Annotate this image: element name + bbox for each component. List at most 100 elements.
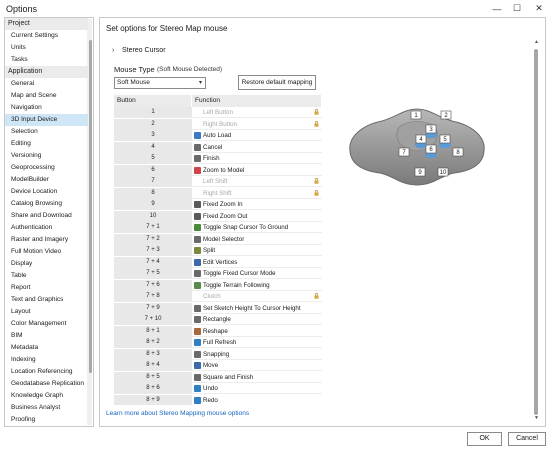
sidebar-item-geoprocessing[interactable]: Geoprocessing [5, 162, 88, 174]
function-cell[interactable]: Model Selector [192, 233, 322, 245]
scroll-down-icon[interactable]: ▼ [533, 415, 540, 422]
sidebar-item-raster-and-imagery[interactable]: Raster and Imagery [5, 234, 88, 246]
table-row[interactable]: 7 + 9 Set Sketch Height To Cursor Height [114, 302, 322, 315]
sidebar-item-display[interactable]: Display [5, 258, 88, 270]
function-cell[interactable]: Split [192, 245, 322, 256]
function-label: Toggle Snap Cursor To Ground [203, 224, 289, 231]
sidebar-item-report[interactable]: Report [5, 282, 88, 294]
sidebar-item-text-and-graphics[interactable]: Text and Graphics [5, 294, 88, 306]
function-cell[interactable]: Finish [192, 153, 322, 164]
sidebar-item-color-management[interactable]: Color Management [5, 318, 88, 330]
table-row[interactable]: 8 + 4 Move [114, 360, 322, 372]
close-icon[interactable]: ✕ [528, 0, 550, 17]
table-row[interactable]: 6 Zoom to Model [114, 164, 322, 177]
function-cell[interactable]: Move [192, 360, 322, 371]
column-header-function[interactable]: Function [192, 95, 322, 107]
table-row[interactable]: 8 + 9 Redo [114, 394, 322, 405]
sidebar-item-tasks[interactable]: Tasks [5, 54, 88, 66]
cancel-button[interactable]: Cancel [508, 432, 546, 446]
stereo-cursor-expander[interactable]: › Stereo Cursor [112, 47, 166, 54]
sidebar-item-3d-input-device[interactable]: 3D Input Device [5, 114, 88, 126]
table-row[interactable]: 7 + 5 Toggle Fixed Cursor Mode [114, 268, 322, 280]
function-cell[interactable]: Cancel [192, 141, 322, 153]
table-row[interactable]: 7 + 4 Edit Vertices [114, 256, 322, 269]
sidebar-item-proofing[interactable]: Proofing [5, 414, 88, 426]
panel-scroll-thumb[interactable] [534, 49, 538, 415]
minimize-icon[interactable]: — [486, 0, 508, 17]
function-cell[interactable]: Rectangle [192, 314, 322, 325]
sidebar-item-layout[interactable]: Layout [5, 306, 88, 318]
table-row[interactable]: 7 + 3 Split [114, 245, 322, 257]
sidebar-item-metadata[interactable]: Metadata [5, 342, 88, 354]
table-row[interactable]: 7 + 8 Clutch [114, 291, 322, 303]
function-cell[interactable]: Auto Load [192, 130, 322, 141]
table-row[interactable]: 4 Cancel [114, 141, 322, 154]
table-row[interactable]: 7 + 6 Toggle Terrain Following [114, 279, 322, 292]
button-cell: 4 [114, 141, 192, 153]
scroll-up-icon[interactable]: ▲ [533, 39, 540, 46]
table-row[interactable]: 9 Fixed Zoom In [114, 199, 322, 211]
sidebar-item-device-location[interactable]: Device Location [5, 186, 88, 198]
function-cell[interactable]: Full Refresh [192, 337, 322, 348]
table-row[interactable]: 8 + 3 Snapping [114, 348, 322, 361]
table-row[interactable]: 7 + 10 Rectangle [114, 314, 322, 326]
table-row[interactable]: 8 + 6 Undo [114, 383, 322, 395]
sidebar-item-modelbuilder[interactable]: ModelBuilder [5, 174, 88, 186]
sidebar-item-current-settings[interactable]: Current Settings [5, 30, 88, 42]
table-row[interactable]: 5 Finish [114, 153, 322, 165]
sidebar-item-versioning[interactable]: Versioning [5, 150, 88, 162]
function-cell[interactable]: Reshape [192, 325, 322, 337]
sidebar-item-navigation[interactable]: Navigation [5, 102, 88, 114]
sidebar-item-units[interactable]: Units [5, 42, 88, 54]
table-row[interactable]: 8 + 2 Full Refresh [114, 337, 322, 349]
sidebar-item-location-referencing[interactable]: Location Referencing [5, 366, 88, 378]
sidebar-item-catalog-browsing[interactable]: Catalog Browsing [5, 198, 88, 210]
sidebar-item-editing[interactable]: Editing [5, 138, 88, 150]
table-row[interactable]: 8 + 1 Reshape [114, 325, 322, 338]
function-label: Square and Finish [203, 373, 254, 381]
column-header-button[interactable]: Button [114, 95, 192, 107]
table-row[interactable]: 7 + 2 Model Selector [114, 233, 322, 246]
panel-scrollbar[interactable]: ▲ ▼ [533, 39, 540, 422]
function-cell[interactable]: Undo [192, 383, 322, 394]
learn-more-link[interactable]: Learn more about Stereo Mapping mouse op… [106, 410, 249, 417]
table-row[interactable]: 7 + 1 Toggle Snap Cursor To Ground [114, 222, 322, 234]
function-cell[interactable]: Edit Vertices [192, 256, 322, 268]
ok-button[interactable]: OK [467, 432, 502, 446]
table-row[interactable]: 8 Right Shift [114, 187, 322, 200]
function-cell[interactable]: Square and Finish [192, 371, 322, 383]
table-row[interactable]: 7 Left Shift [114, 176, 322, 188]
sidebar-item-geodatabase-replication[interactable]: Geodatabase Replication [5, 378, 88, 390]
sidebar-item-map-and-scene[interactable]: Map and Scene [5, 90, 88, 102]
function-cell[interactable]: Toggle Snap Cursor To Ground [192, 222, 322, 233]
sidebar-item-bim[interactable]: BIM [5, 330, 88, 342]
maximize-icon[interactable]: ☐ [506, 0, 528, 17]
function-cell[interactable]: Toggle Fixed Cursor Mode [192, 268, 322, 279]
table-row[interactable]: 2 Right Button [114, 118, 322, 131]
function-label: Right Shift [203, 189, 232, 197]
sidebar-scroll-thumb[interactable] [89, 40, 92, 373]
sidebar-item-share-and-download[interactable]: Share and Download [5, 210, 88, 222]
sidebar-item-general[interactable]: General [5, 78, 88, 90]
sidebar-item-selection[interactable]: Selection [5, 126, 88, 138]
mouse-type-dropdown[interactable]: Soft Mouse ▾ [114, 77, 206, 89]
function-cell[interactable]: Toggle Terrain Following [192, 279, 322, 291]
table-row[interactable]: 3 Auto Load [114, 130, 322, 142]
function-cell[interactable]: Snapping [192, 348, 322, 360]
table-row[interactable]: 8 + 5 Square and Finish [114, 371, 322, 384]
function-cell[interactable]: Fixed Zoom Out [192, 210, 322, 222]
function-cell[interactable]: Zoom to Model [192, 164, 322, 176]
function-cell[interactable]: Redo [192, 394, 322, 405]
function-cell[interactable]: Set Sketch Height To Cursor Height [192, 302, 322, 314]
table-row[interactable]: 10 Fixed Zoom Out [114, 210, 322, 223]
table-row[interactable]: 1 Left Button [114, 107, 322, 119]
sidebar-item-business-analyst[interactable]: Business Analyst [5, 402, 88, 414]
function-label: Rectangle [203, 316, 231, 323]
sidebar-item-indexing[interactable]: Indexing [5, 354, 88, 366]
restore-default-mapping-button[interactable]: Restore default mapping [238, 75, 316, 90]
sidebar-item-authentication[interactable]: Authentication [5, 222, 88, 234]
sidebar-item-full-motion-video[interactable]: Full Motion Video [5, 246, 88, 258]
sidebar-item-table[interactable]: Table [5, 270, 88, 282]
sidebar-item-knowledge-graph[interactable]: Knowledge Graph [5, 390, 88, 402]
function-cell[interactable]: Fixed Zoom In [192, 199, 322, 210]
